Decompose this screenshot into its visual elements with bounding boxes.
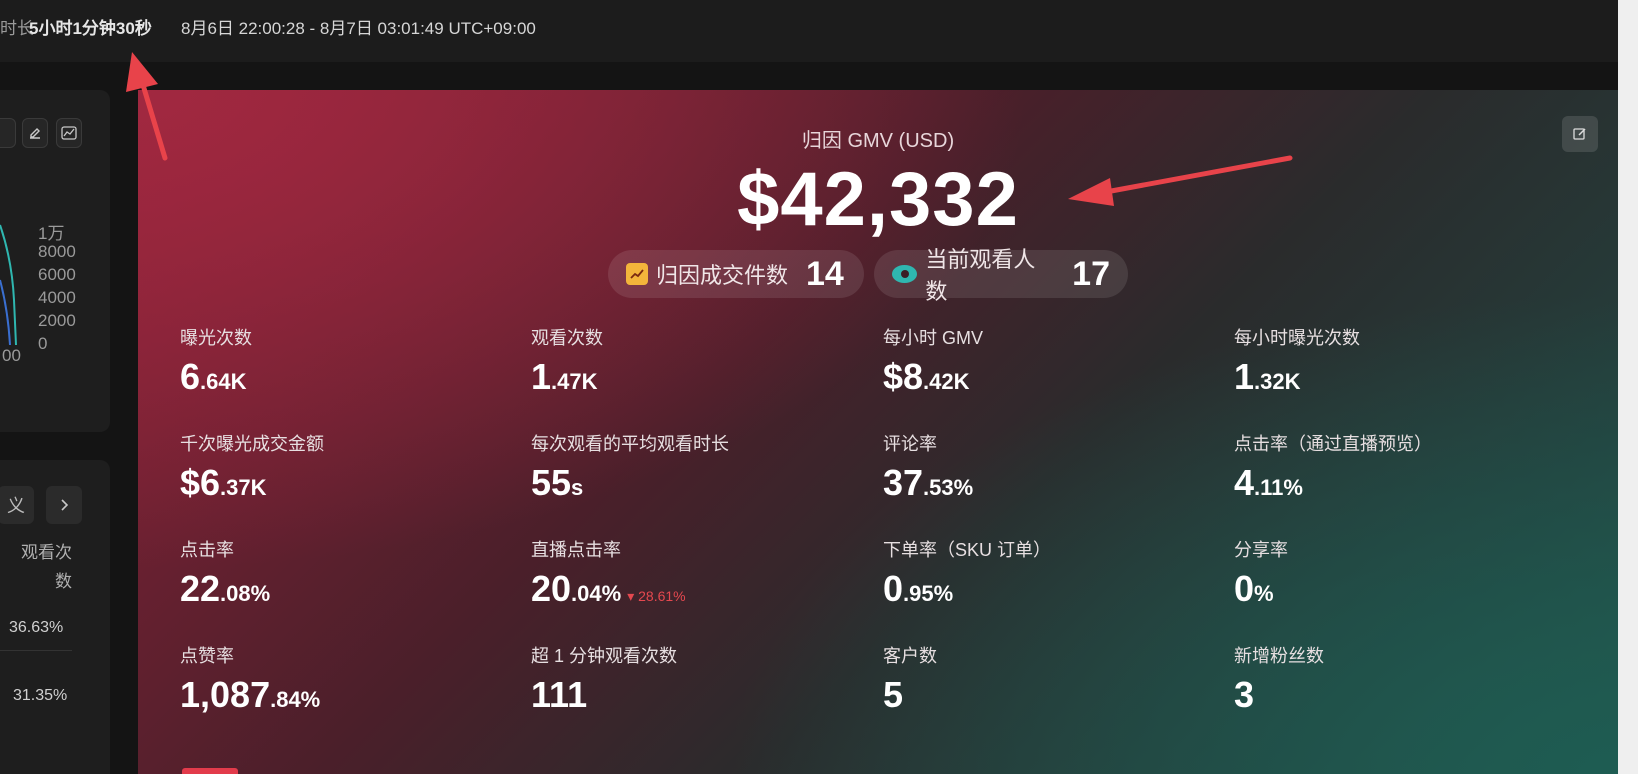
metric-new-followers: 新增粉丝数 3 (1234, 646, 1324, 715)
y-tick: 4000 (38, 288, 76, 307)
current-viewers-pill: 当前观看人数 17 (874, 247, 1128, 304)
top-bar: 时长 5小时1分钟30秒 8月6日 22:00:28 - 8月7日 03:01:… (0, 0, 1618, 62)
metric-share-rate: 分享率 0% (1234, 540, 1288, 609)
y-tick: 6000 (38, 265, 76, 284)
trend-line (0, 224, 17, 346)
column-header-views[interactable]: 观看次数 (8, 538, 72, 596)
table-cell: 31.35% (13, 687, 68, 704)
metric-impressions-per-hour: 每小时曝光次数 1.32K (1234, 328, 1360, 397)
metric-comment-rate: 评论率 37.53% (883, 434, 974, 503)
attributed-orders-pill: 归因成交件数 14 (608, 250, 864, 298)
metric-preview-ctr: 点击率（通过直播预览） 4.11% (1234, 434, 1432, 503)
y-tick: 0 (38, 334, 48, 353)
y-tick: 1万 (38, 224, 65, 243)
y-tick: 8000 (38, 242, 76, 261)
metric-gpm: 千次曝光成交金额 $6.37K (180, 434, 324, 503)
pill-label: 归因成交件数 (656, 263, 789, 288)
metric-order-rate: 下单率（SKU 订单） 0.95% (883, 540, 1052, 609)
window-edge (1618, 0, 1638, 774)
tab-indicator (182, 768, 238, 774)
table-panel: 义 观看次数 36.63% 31.35% (0, 460, 110, 774)
gmv-summary-card: 归因 GMV (USD) $42,332 归因成交件数 14 当前观看人数 17… (138, 90, 1618, 774)
trend-icon (626, 263, 648, 285)
custom-button[interactable]: 义 (0, 486, 34, 524)
pill-value: 17 (1072, 254, 1110, 293)
pill-label: 当前观看人数 (925, 247, 1036, 304)
table-cell: 36.63% (9, 619, 64, 636)
metric-views: 观看次数 1.47K (531, 328, 603, 397)
y-tick: 2000 (38, 311, 76, 330)
delta-down-badge: ▾ 28.61% (627, 588, 686, 604)
trend-chart-panel: 1万 8000 6000 4000 2000 0 00 (0, 90, 110, 432)
metric-live-ctr: 直播点击率 20.04% ▾ 28.61% (531, 540, 686, 609)
metric-gmv-per-hour: 每小时 GMV $8.42K (883, 328, 984, 397)
eye-icon (892, 265, 918, 283)
metric-avg-view-duration: 每次观看的平均观看时长 55s (531, 434, 729, 503)
chart-icon[interactable] (56, 118, 82, 148)
metric-ctr: 点击率 22.08% (180, 540, 271, 609)
metric-like-rate: 点赞率 1,087.84% (180, 646, 321, 715)
metric-views-over-1min: 超 1 分钟观看次数 111 (531, 646, 678, 715)
x-tick: 00 (2, 346, 21, 365)
edit-icon[interactable] (22, 118, 48, 148)
chevron-right-icon[interactable] (46, 486, 82, 524)
metric-impressions: 曝光次数 6.64K (180, 328, 252, 397)
panel-button[interactable] (0, 118, 16, 148)
duration-value: 5小时1分钟30秒 (29, 19, 152, 38)
pill-value: 14 (806, 254, 844, 293)
gmv-value: $42,332 (737, 157, 1019, 242)
time-range: 8月6日 22:00:28 - 8月7日 03:01:49 UTC+09:00 (181, 19, 536, 38)
divider (0, 650, 72, 651)
gmv-title: 归因 GMV (USD) (801, 130, 955, 152)
metric-customers: 客户数 5 (883, 646, 937, 715)
